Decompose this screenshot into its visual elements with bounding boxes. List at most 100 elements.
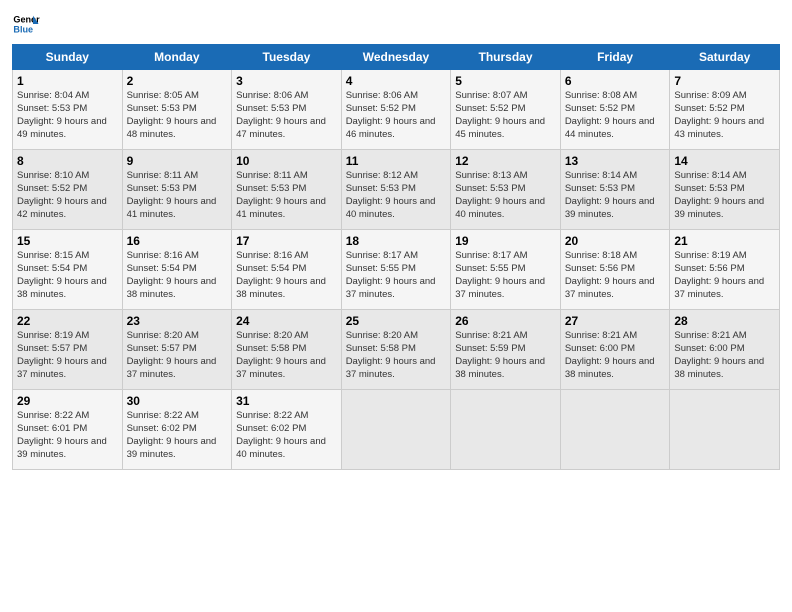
day-number: 27 (565, 313, 666, 329)
day-number: 1 (17, 73, 118, 89)
calendar-cell: 6Sunrise: 8:08 AM Sunset: 5:52 PM Daylight… (560, 70, 670, 150)
sunset: Sunset: 5:53 PM (236, 183, 306, 194)
day-number: 5 (455, 73, 556, 89)
day-number: 22 (17, 313, 118, 329)
daylight: Daylight: 9 hours and 47 minutes. (236, 116, 326, 140)
sunrise: Sunrise: 8:14 AM (565, 170, 637, 181)
day-number: 23 (127, 313, 228, 329)
calendar-cell: 16Sunrise: 8:16 AMSunset: 5:54 PMDayligh… (122, 230, 232, 310)
sunrise: Sunrise: 8:13 AM (455, 170, 527, 181)
calendar-table: SundayMondayTuesdayWednesdayThursdayFrid… (12, 44, 780, 470)
sunset: Sunset: 6:00 PM (674, 343, 744, 354)
sunset: Sunset: 5:54 PM (236, 263, 306, 274)
day-number: 26 (455, 313, 556, 329)
sunrise: Sunrise: 8:19 AM (674, 250, 746, 261)
day-number: 12 (455, 153, 556, 169)
calendar-cell: 5Sunrise: 8:07 AMSunset: 5:52 PMDaylight… (451, 70, 561, 150)
day-number: 9 (127, 153, 228, 169)
daylight: Daylight: 9 hours and 37 minutes. (674, 276, 764, 300)
calendar-cell: 1Sunrise: 8:04 AM Sunset: 5:53 PM Daylight… (13, 70, 123, 150)
sunset: Sunset: 5:53 PM (236, 103, 306, 114)
calendar-week-3: 15Sunrise: 8:15 AMSunset: 5:54 PMDayligh… (13, 230, 780, 310)
day-number: 21 (674, 233, 775, 249)
calendar-cell: 20Sunrise: 8:18 AMSunset: 5:56 PMDayligh… (560, 230, 670, 310)
calendar-cell: 13Sunrise: 8:14 AMSunset: 5:53 PMDayligh… (560, 150, 670, 230)
sunset: Sunset: 5:53 PM (455, 183, 525, 194)
calendar-cell: 15Sunrise: 8:15 AMSunset: 5:54 PMDayligh… (13, 230, 123, 310)
calendar-cell: 23Sunrise: 8:20 AMSunset: 5:57 PMDayligh… (122, 310, 232, 390)
daylight: Daylight: 9 hours and 40 minutes. (455, 196, 545, 220)
calendar-cell (451, 390, 561, 470)
calendar-cell: 4Sunrise: 8:06 AMSunset: 5:52 PMDaylight… (341, 70, 451, 150)
calendar-cell: 8Sunrise: 8:10 AMSunset: 5:52 PMDaylight… (13, 150, 123, 230)
sunset: Sunset: 5:53 PM (674, 183, 744, 194)
calendar-header: SundayMondayTuesdayWednesdayThursdayFrid… (13, 45, 780, 70)
day-header-saturday: Saturday (670, 45, 780, 70)
sunset: Sunset: 5:53 PM (17, 103, 87, 114)
sunrise: Sunrise: 8:19 AM (17, 330, 89, 341)
day-number: 10 (236, 153, 337, 169)
sunrise: Sunrise: 8:04 AM (17, 90, 89, 101)
sunrise: Sunrise: 8:20 AM (346, 330, 418, 341)
daylight: Daylight: 9 hours and 48 minutes. (127, 116, 217, 140)
sunset: Sunset: 5:52 PM (17, 183, 87, 194)
day-number: 25 (346, 313, 447, 329)
sunrise: Sunrise: 8:21 AM (674, 330, 746, 341)
sunrise: Sunrise: 8:18 AM (565, 250, 637, 261)
day-header-sunday: Sunday (13, 45, 123, 70)
calendar-week-2: 8Sunrise: 8:10 AMSunset: 5:52 PMDaylight… (13, 150, 780, 230)
sunset: Sunset: 5:55 PM (455, 263, 525, 274)
sunset: Sunset: 5:58 PM (236, 343, 306, 354)
sunset: Sunset: 6:00 PM (565, 343, 635, 354)
sunset: Sunset: 5:53 PM (565, 183, 635, 194)
sunset: Sunset: 5:52 PM (565, 103, 635, 114)
day-number: 17 (236, 233, 337, 249)
sunrise: Sunrise: 8:22 AM (236, 410, 308, 421)
daylight: Daylight: 9 hours and 38 minutes. (236, 276, 326, 300)
sunrise: Sunrise: 8:11 AM (127, 170, 199, 181)
sunset: Sunset: 5:52 PM (674, 103, 744, 114)
sunrise: Sunrise: 8:20 AM (236, 330, 308, 341)
sunset: Sunset: 5:53 PM (127, 103, 197, 114)
day-number: 2 (127, 73, 228, 89)
day-number: 14 (674, 153, 775, 169)
calendar-week-5: 29Sunrise: 8:22 AMSunset: 6:01 PMDayligh… (13, 390, 780, 470)
sunset: Sunset: 5:59 PM (455, 343, 525, 354)
day-number: 31 (236, 393, 337, 409)
daylight: Daylight: 9 hours and 44 minutes. (565, 116, 655, 140)
day-number: 18 (346, 233, 447, 249)
sunset: Sunset: 6:02 PM (236, 423, 306, 434)
daylight: Daylight: 9 hours and 38 minutes. (455, 356, 545, 380)
calendar-cell: 2Sunrise: 8:05 AMSunset: 5:53 PMDaylight… (122, 70, 232, 150)
day-number: 15 (17, 233, 118, 249)
daylight: Daylight: 9 hours and 39 minutes. (674, 196, 764, 220)
sunset: Sunset: 5:53 PM (127, 183, 197, 194)
daylight: Daylight: 9 hours and 38 minutes. (674, 356, 764, 380)
daylight: Daylight: 9 hours and 49 minutes. (17, 116, 107, 140)
daylight: Daylight: 9 hours and 38 minutes. (17, 276, 107, 300)
sunset: Sunset: 5:53 PM (346, 183, 416, 194)
daylight: Daylight: 9 hours and 45 minutes. (455, 116, 545, 140)
day-number: 6 (565, 73, 666, 89)
calendar-cell (560, 390, 670, 470)
sunset: Sunset: 5:54 PM (17, 263, 87, 274)
sunrise: Sunrise: 8:08 AM (565, 90, 637, 101)
sunset: Sunset: 5:57 PM (17, 343, 87, 354)
sunset: Sunset: 5:54 PM (127, 263, 197, 274)
day-number: 30 (127, 393, 228, 409)
day-number: 8 (17, 153, 118, 169)
sunset: Sunset: 5:56 PM (565, 263, 635, 274)
day-header-wednesday: Wednesday (341, 45, 451, 70)
calendar-cell: 18Sunrise: 8:17 AMSunset: 5:55 PMDayligh… (341, 230, 451, 310)
calendar-cell: 25Sunrise: 8:20 AMSunset: 5:58 PMDayligh… (341, 310, 451, 390)
calendar-cell: 7Sunrise: 8:09 AMSunset: 5:52 PMDaylight… (670, 70, 780, 150)
header: General Blue (12, 10, 780, 38)
sunset: Sunset: 6:02 PM (127, 423, 197, 434)
svg-text:Blue: Blue (13, 24, 33, 34)
sunrise: Sunrise: 8:09 AM (674, 90, 746, 101)
sunrise: Sunrise: 8:07 AM (455, 90, 527, 101)
daylight: Daylight: 9 hours and 39 minutes. (565, 196, 655, 220)
sunrise: Sunrise: 8:06 AM (236, 90, 308, 101)
day-number: 11 (346, 153, 447, 169)
sunrise: Sunrise: 8:17 AM (455, 250, 527, 261)
